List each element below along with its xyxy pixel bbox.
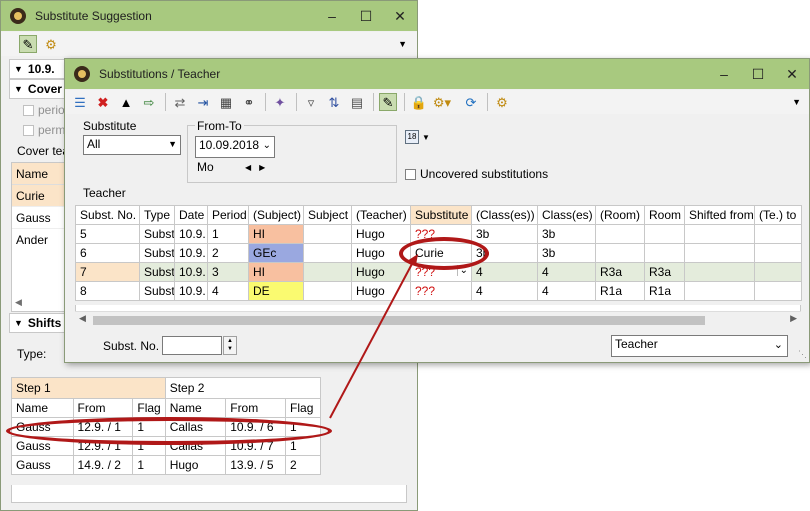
annotation-arrow [329,254,418,419]
